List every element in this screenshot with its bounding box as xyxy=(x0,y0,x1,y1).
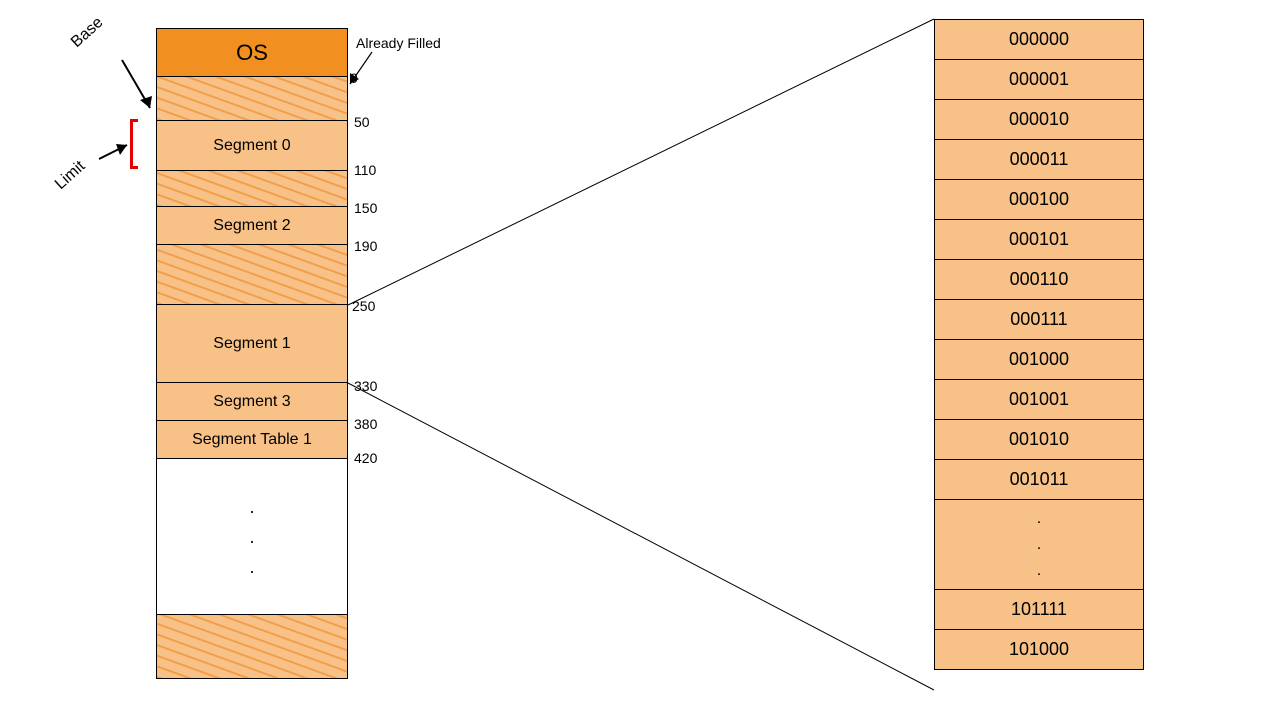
bin-row-3: 000011 xyxy=(935,140,1143,180)
segment-2: Segment 2 xyxy=(157,207,347,245)
os-row: OS xyxy=(157,29,347,77)
filled-gap-1 xyxy=(157,77,347,121)
bin-row-4: 000100 xyxy=(935,180,1143,220)
addr-0: 0 xyxy=(350,70,358,86)
addr-330: 330 xyxy=(354,378,377,394)
segment-1: Segment 1 xyxy=(157,305,347,383)
bin-row-2: 000010 xyxy=(935,100,1143,140)
addr-380: 380 xyxy=(354,416,377,432)
addr-190: 190 xyxy=(354,238,377,254)
filled-gap-2 xyxy=(157,171,347,207)
memory-column: OS Segment 0 Segment 2 Segment 1 Segment… xyxy=(156,28,348,679)
bin-row-10: 001010 xyxy=(935,420,1143,460)
bin-row-7: 000111 xyxy=(935,300,1143,340)
binary-ellipsis: . . . xyxy=(935,500,1143,590)
segment-0: Segment 0 xyxy=(157,121,347,171)
base-label: Base xyxy=(68,14,107,52)
bin-row-6: 000110 xyxy=(935,260,1143,300)
bin-row-12: 101111 xyxy=(935,590,1143,630)
addr-420: 420 xyxy=(354,450,377,466)
filled-gap-3 xyxy=(157,245,347,305)
addr-250: 250 xyxy=(352,298,375,314)
bin-row-5: 000101 xyxy=(935,220,1143,260)
limit-bracket xyxy=(130,119,138,169)
segment-3: Segment 3 xyxy=(157,383,347,421)
addr-50: 50 xyxy=(354,114,370,130)
memory-ellipsis: . . . xyxy=(157,459,347,615)
filled-bottom xyxy=(157,615,347,679)
bin-row-8: 001000 xyxy=(935,340,1143,380)
addr-150: 150 xyxy=(354,200,377,216)
segment-table-1: Segment Table 1 xyxy=(157,421,347,459)
bin-row-13: 101000 xyxy=(935,630,1143,670)
bin-row-9: 001001 xyxy=(935,380,1143,420)
binary-column: 000000 000001 000010 000011 000100 00010… xyxy=(934,19,1144,670)
limit-label: Limit xyxy=(52,158,89,194)
already-filled-label: Already Filled xyxy=(356,35,441,51)
bin-row-1: 000001 xyxy=(935,60,1143,100)
bin-row-11: 001011 xyxy=(935,460,1143,500)
bin-row-0: 000000 xyxy=(935,20,1143,60)
addr-110: 110 xyxy=(354,162,376,178)
